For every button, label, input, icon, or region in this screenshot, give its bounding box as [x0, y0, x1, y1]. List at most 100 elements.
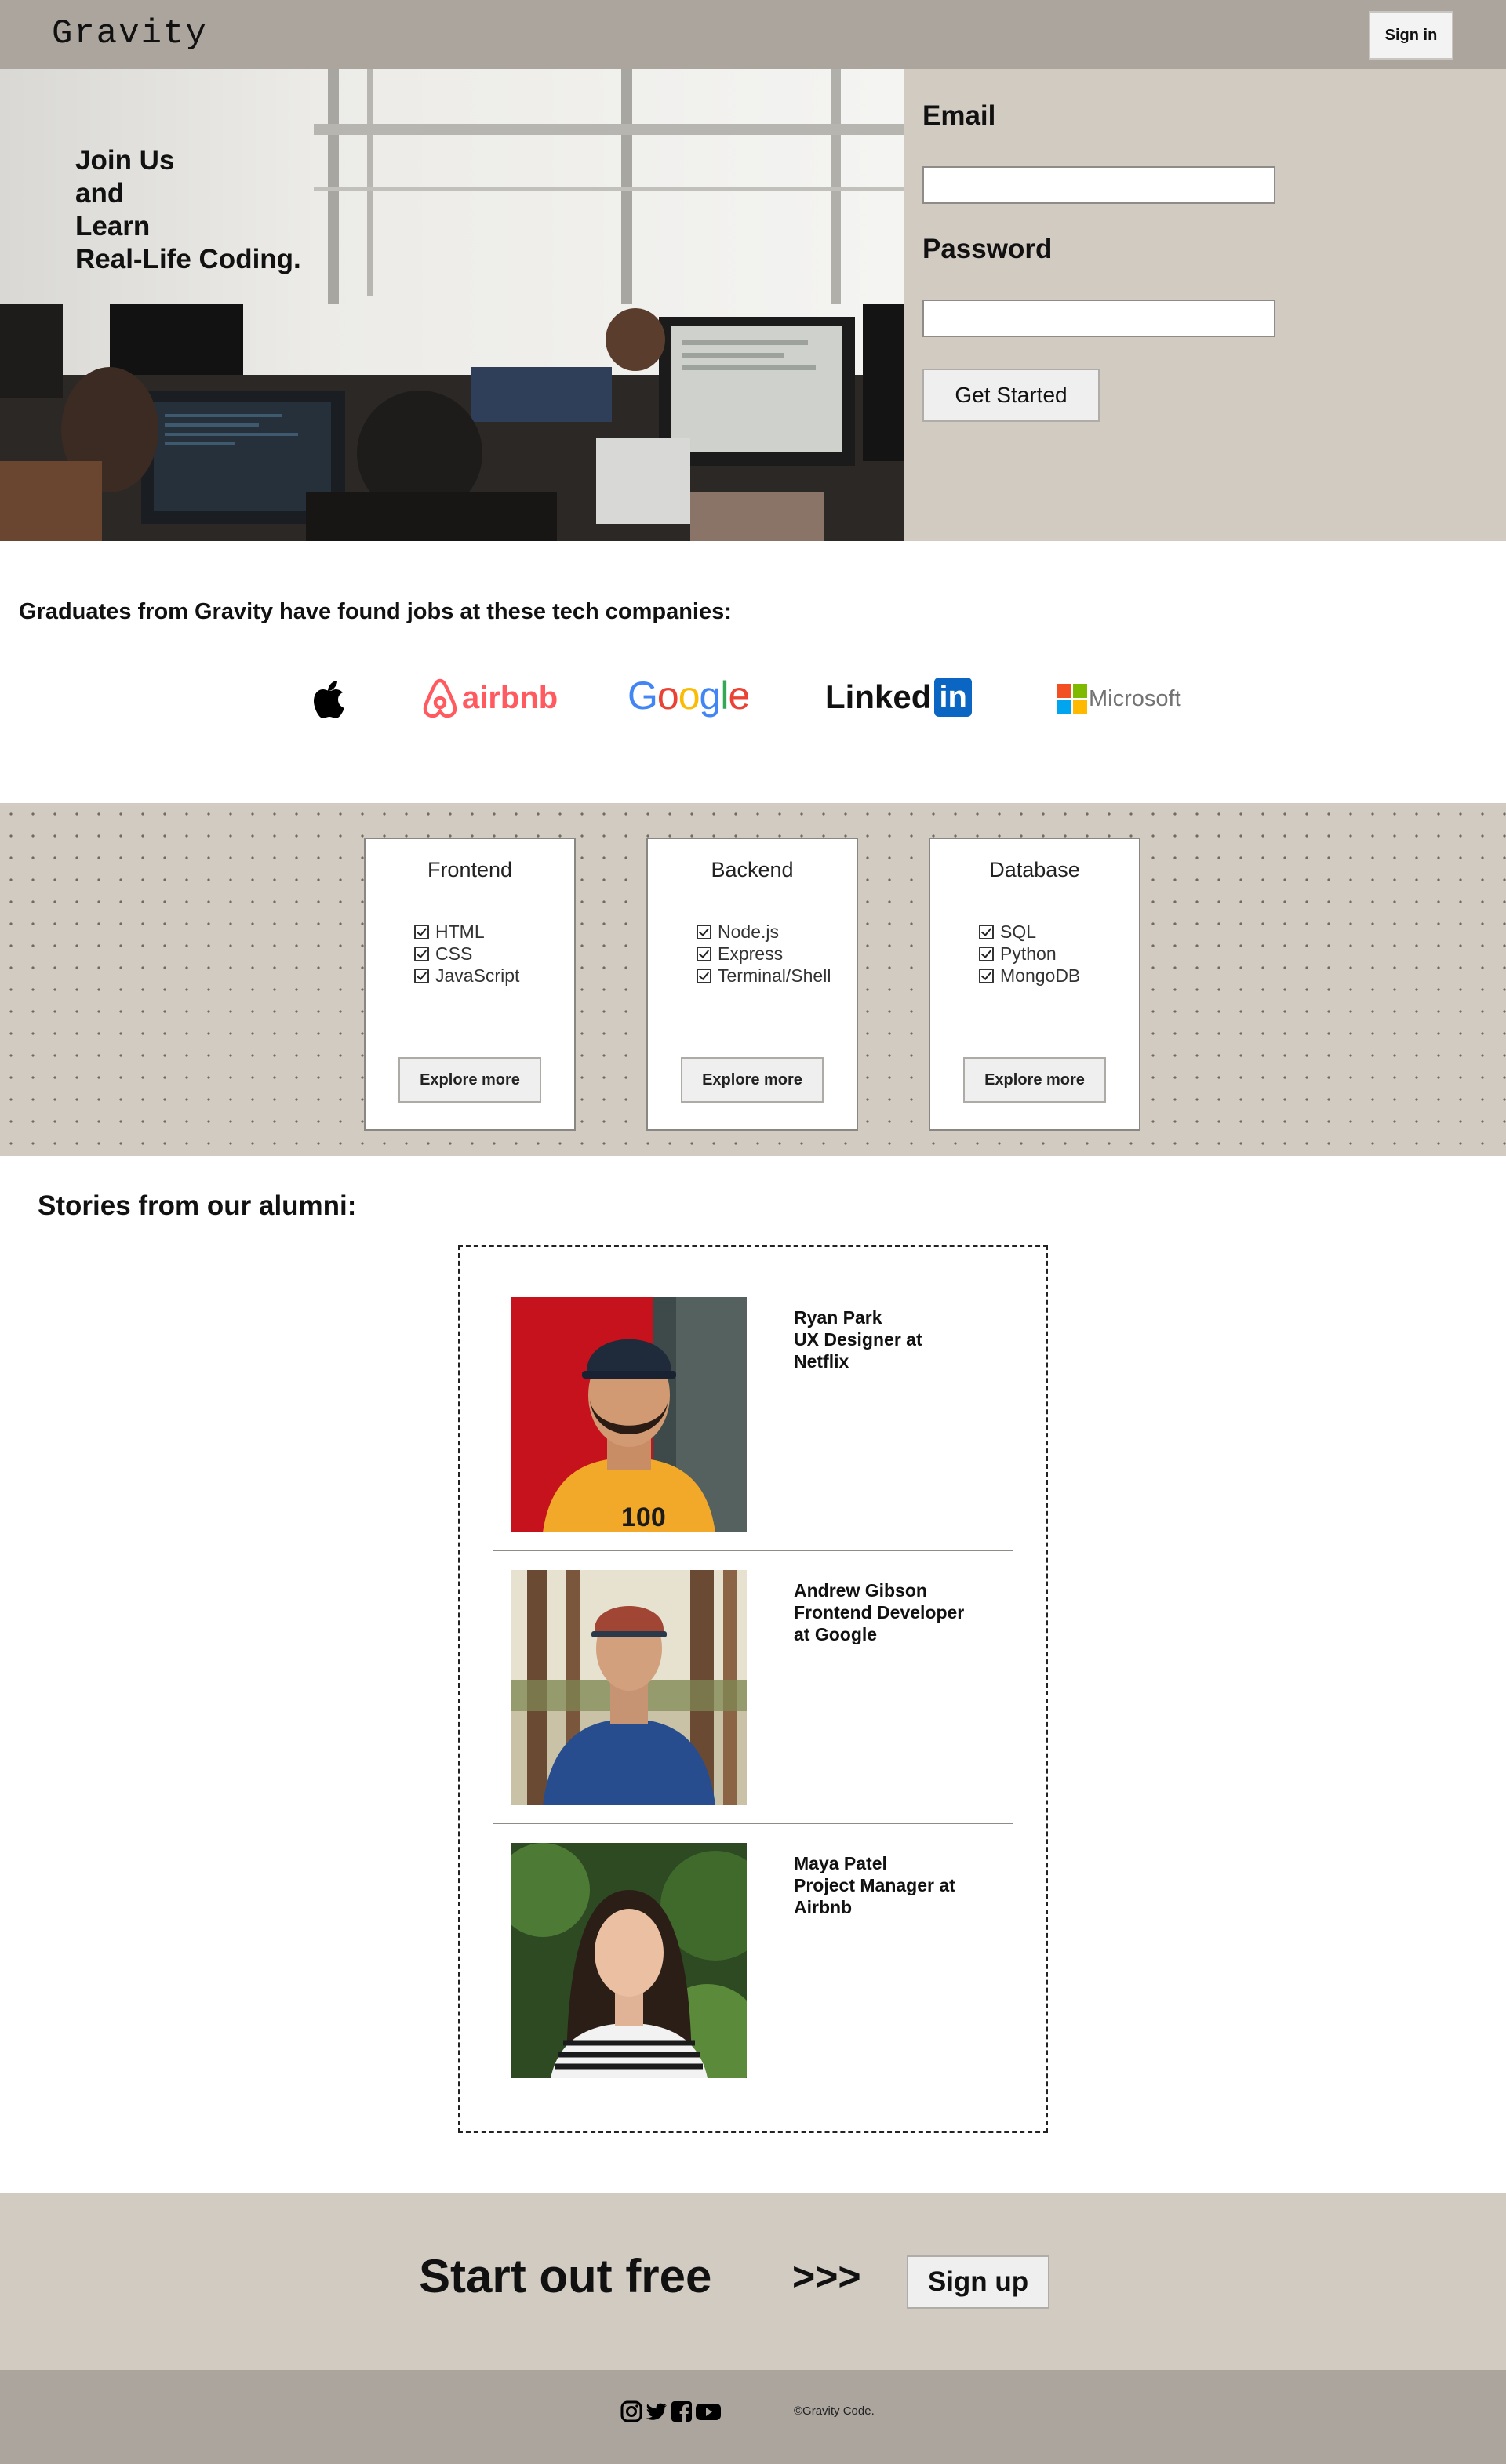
- microsoft-logo: Microsoft: [1057, 684, 1181, 714]
- course-topic: Node.js: [697, 921, 831, 943]
- hero-section: Join Us and Learn Real-Life Coding. Emai…: [0, 69, 1506, 541]
- instagram-icon[interactable]: [620, 2400, 643, 2423]
- course-title: Frontend: [427, 858, 513, 881]
- airbnb-icon: [423, 678, 457, 718]
- course-topic: Terminal/Shell: [697, 965, 831, 987]
- google-logo: Google: [628, 674, 750, 718]
- checkbox-checked-icon: [414, 968, 429, 983]
- signup-form-panel: Email Password Get Started: [904, 69, 1506, 541]
- password-label: Password: [922, 234, 1053, 264]
- course-title: Database: [989, 858, 1080, 881]
- checkbox-checked-icon: [979, 946, 994, 961]
- site-footer: ©Gravity Code.: [0, 2370, 1506, 2464]
- course-topic-list: HTML CSS JavaScript: [414, 921, 519, 987]
- svg-text:100: 100: [621, 1503, 666, 1532]
- course-topic-label: Node.js: [718, 921, 779, 942]
- checkbox-checked-icon: [697, 946, 711, 961]
- facebook-icon[interactable]: [670, 2400, 693, 2423]
- course-title: Backend: [711, 858, 794, 881]
- alumni-story-text: Andrew Gibson Frontend Developer at Goog…: [794, 1579, 998, 1645]
- sign-up-button[interactable]: Sign up: [907, 2255, 1049, 2309]
- cta-text: Start out free: [419, 2250, 712, 2302]
- explore-more-button[interactable]: Explore more: [963, 1057, 1106, 1103]
- alumni-story-text: Ryan Park UX Designer at Netflix: [794, 1307, 998, 1372]
- explore-more-button[interactable]: Explore more: [681, 1057, 824, 1103]
- linkedin-logo: Linked in: [825, 678, 972, 717]
- stories-heading: Stories from our alumni:: [38, 1190, 357, 1221]
- story-divider: [493, 1823, 1013, 1824]
- email-label: Email: [922, 100, 996, 131]
- checkbox-checked-icon: [414, 924, 429, 939]
- site-header: Gravity Sign in: [0, 0, 1506, 69]
- linkedin-wordmark: Linked: [825, 678, 932, 715]
- airbnb-wordmark: airbnb: [462, 680, 558, 715]
- hero-title-line: Join Us: [75, 145, 175, 176]
- course-topic: Python: [979, 943, 1080, 965]
- alumni-story-text: Maya Patel Project Manager at Airbnb: [794, 1852, 998, 1918]
- course-topic-label: CSS: [435, 943, 473, 964]
- course-topic-label: Terminal/Shell: [718, 965, 831, 986]
- sign-in-button[interactable]: Sign in: [1369, 11, 1453, 60]
- course-topic-label: HTML: [435, 921, 485, 942]
- apple-logo-icon: [312, 678, 348, 725]
- course-topic-label: SQL: [1000, 921, 1037, 942]
- alumni-story-line: Frontend Developer: [794, 1602, 965, 1623]
- course-topic: CSS: [414, 943, 519, 965]
- copyright-text: ©Gravity Code.: [794, 2404, 875, 2418]
- course-topic-list: Node.js Express Terminal/Shell: [697, 921, 831, 987]
- course-topic: Express: [697, 943, 831, 965]
- alumni-photo: [511, 1570, 747, 1805]
- alumni-photo: [511, 1843, 747, 2078]
- youtube-icon[interactable]: [695, 2400, 721, 2423]
- alumni-story: Andrew Gibson Frontend Developer at Goog…: [493, 1570, 1013, 1805]
- course-topic-label: JavaScript: [435, 965, 520, 986]
- alumni-story: 100 Ryan Park UX Designer at Netflix: [493, 1297, 1013, 1532]
- explore-more-button[interactable]: Explore more: [398, 1057, 541, 1103]
- alumni-story-line: at Google: [794, 1624, 878, 1644]
- microsoft-icon: [1057, 684, 1087, 714]
- alumni-story-line: Airbnb: [794, 1897, 853, 1917]
- course-card-frontend: Frontend HTML CSS JavaScript Explore mor…: [364, 838, 576, 1131]
- checkbox-checked-icon: [414, 946, 429, 961]
- cta-arrows: >>>: [792, 2255, 861, 2299]
- alumni-story-line: Netflix: [794, 1351, 849, 1372]
- course-topic-list: SQL Python MongoDB: [979, 921, 1080, 987]
- alumni-photo: 100: [511, 1297, 747, 1532]
- course-topic-label: Python: [1000, 943, 1057, 964]
- course-topic: SQL: [979, 921, 1080, 943]
- course-topic: MongoDB: [979, 965, 1080, 987]
- course-topic: HTML: [414, 921, 519, 943]
- linkedin-badge: in: [934, 678, 972, 717]
- hero-title-line: Learn: [75, 211, 151, 242]
- checkbox-checked-icon: [697, 924, 711, 939]
- hero-title-line: Real-Life Coding.: [75, 244, 301, 274]
- course-topic-label: MongoDB: [1000, 965, 1081, 986]
- course-topic: JavaScript: [414, 965, 519, 987]
- get-started-button[interactable]: Get Started: [922, 369, 1100, 422]
- checkbox-checked-icon: [697, 968, 711, 983]
- cta-section: Start out free >>> Sign up: [0, 2193, 1506, 2370]
- twitter-icon[interactable]: [645, 2400, 668, 2423]
- alumni-stories-box: 100 Ryan Park UX Designer at Netflix And…: [458, 1245, 1048, 2133]
- hero-title-line: and: [75, 178, 125, 209]
- email-field[interactable]: [922, 166, 1275, 204]
- alumni-story-line: Ryan Park: [794, 1307, 882, 1328]
- airbnb-logo: airbnb: [420, 676, 558, 720]
- hero-title: Join Us and Learn Real-Life Coding.: [75, 144, 301, 276]
- course-card-database: Database SQL Python MongoDB Explore more: [929, 838, 1140, 1131]
- alumni-story-line: Andrew Gibson: [794, 1580, 927, 1601]
- alumni-story: Maya Patel Project Manager at Airbnb: [493, 1843, 1013, 2078]
- story-divider: [493, 1550, 1013, 1551]
- alumni-story-line: UX Designer at: [794, 1329, 922, 1350]
- companies-heading: Graduates from Gravity have found jobs a…: [19, 599, 732, 624]
- courses-section: Frontend HTML CSS JavaScript Explore mor…: [0, 803, 1506, 1156]
- hero-office-photo: [0, 69, 904, 541]
- alumni-story-line: Project Manager at: [794, 1875, 955, 1895]
- password-field[interactable]: [922, 300, 1275, 337]
- course-card-backend: Backend Node.js Express Terminal/Shell E…: [646, 838, 858, 1131]
- alumni-story-line: Maya Patel: [794, 1853, 887, 1873]
- microsoft-wordmark: Microsoft: [1089, 685, 1181, 711]
- checkbox-checked-icon: [979, 968, 994, 983]
- site-logo[interactable]: Gravity: [52, 14, 208, 53]
- checkbox-checked-icon: [979, 924, 994, 939]
